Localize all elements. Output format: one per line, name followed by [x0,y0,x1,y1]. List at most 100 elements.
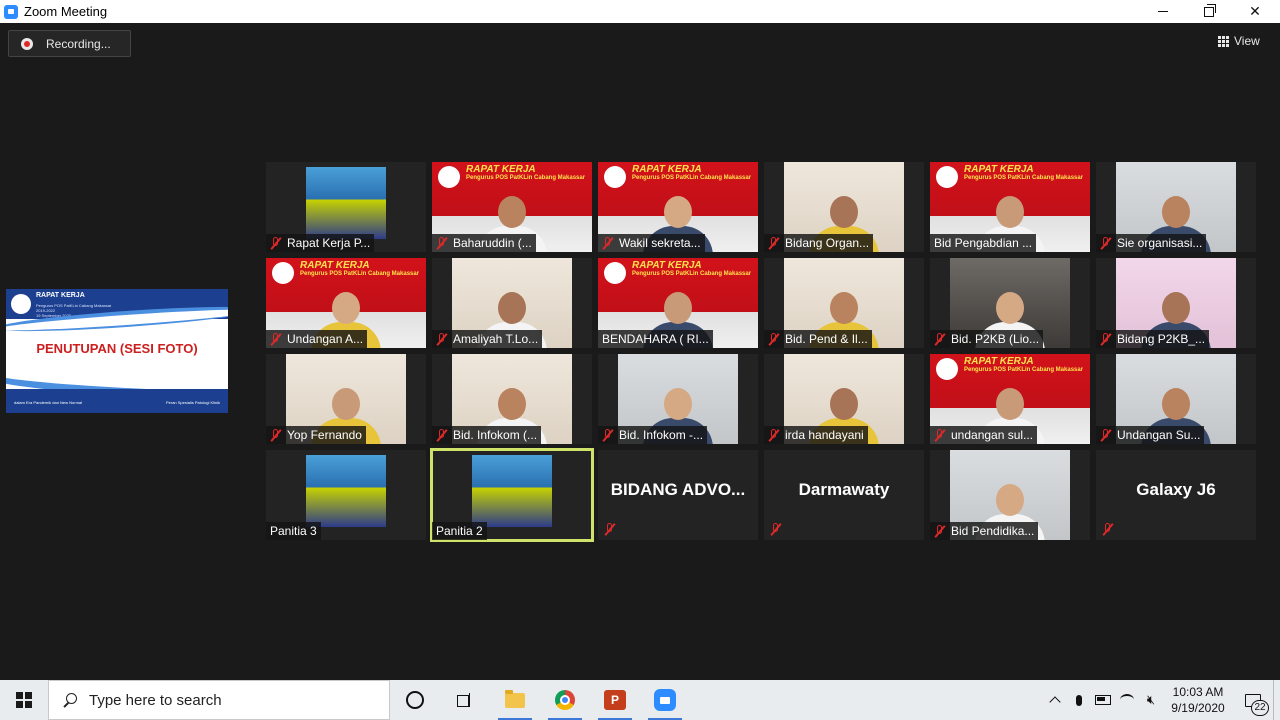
microphone-muted-icon [435,428,449,442]
participant-tile[interactable]: Bidang P2KB_... [1096,258,1256,348]
view-label: View [1234,34,1260,48]
restore-button[interactable] [1186,0,1232,23]
participant-name-label: Bid Pendidika... [930,522,1039,540]
task-view-button[interactable] [440,680,490,720]
chevron-up-icon [1049,696,1061,708]
participant-name: Galaxy J6 [1136,480,1216,499]
participant-name-label: Bid. Pend & Il... [764,330,872,348]
volume-button[interactable]: 🔇︎ [1139,680,1163,720]
participant-tile[interactable]: RAPAT KERJA Pengurus POS PatKLin Cabang M… [930,162,1090,252]
microphone-muted-icon [601,236,615,250]
microphone-muted-icon [767,236,781,250]
participant-tile[interactable]: RAPAT KERJA Pengurus POS PatKLin Cabang M… [266,258,426,348]
start-button[interactable] [0,680,48,720]
powerpoint-button[interactable]: P [590,680,640,720]
microphone-muted-icon [435,332,449,346]
search-placeholder: Type here to search [89,691,222,709]
participant-tile[interactable]: Bid. Pend & Il... [764,258,924,348]
participant-name-label: Bid Pengabdian ... [930,234,1037,252]
participant-tile[interactable]: RAPAT KERJA Pengurus POS PatKLin Cabang M… [432,162,592,252]
zoom-taskbar-button[interactable] [640,680,690,720]
participant-tile[interactable]: Bid. P2KB (Lio... [930,258,1090,348]
participant-name-label: undangan sul... [930,426,1038,444]
participant-name: Panitia 3 [270,524,317,538]
microphone-muted-icon [1101,523,1115,536]
microphone-muted-icon [933,524,947,538]
participant-name: irda handayani [785,428,864,442]
meeting-area: Recording... View RAPAT KERJA Pengurus P… [0,23,1280,680]
participant-tile[interactable]: Panitia 2 [430,448,594,542]
participant-name: Panitia 2 [436,524,483,538]
participant-tile[interactable]: irda handayani [764,354,924,444]
minimize-button[interactable] [1140,0,1186,23]
slide-footer-right: Peran Spesialis Patologi Klinik [165,400,220,405]
minimize-icon [1158,11,1168,12]
recording-icon [21,37,33,50]
participant-name: Bid Pendidika... [951,524,1035,538]
network-button[interactable] [1115,680,1139,720]
banner-title: RAPAT KERJA [300,260,370,271]
participant-name-label: Amaliyah T.Lo... [432,330,543,348]
participant-tile[interactable]: RAPAT KERJA Pengurus POS PatKLin Cabang M… [598,162,758,252]
cortana-button[interactable] [390,680,440,720]
slide-main-text: PENUTUPAN (SESI FOTO) [36,341,198,356]
microphone-muted-icon [767,332,781,346]
recording-indicator[interactable]: Recording... [8,30,131,57]
participant-name-label: Undangan Su... [1096,426,1205,444]
participant-name-label: Yop Fernando [266,426,366,444]
microphone-muted-icon [601,428,615,442]
participant-tile[interactable]: Undangan Su... [1096,354,1256,444]
view-button[interactable]: View [1218,31,1260,51]
participant-name-label: Sie organisasi... [1096,234,1207,252]
participant-tile[interactable]: Amaliyah T.Lo... [432,258,592,348]
action-center-button[interactable]: 22 [1233,680,1273,720]
show-desktop-button[interactable] [1273,680,1280,720]
microphone-muted-icon [269,332,283,346]
taskbar-clock[interactable]: 10:03 AM 9/19/2020 [1163,684,1233,716]
participant-tile[interactable]: RAPAT KERJA Pengurus POS PatKLin Cabang M… [598,258,758,348]
chrome-icon [555,690,575,710]
participant-tile[interactable]: Bidang Organ... [764,162,924,252]
participant-name-label: Panitia 2 [432,522,487,540]
show-hidden-icons-button[interactable] [1043,680,1067,720]
microphone-muted-icon [1099,428,1113,442]
speaker-muted-icon: 🔇︎ [1146,692,1156,707]
participant-name: Rapat Kerja P... [287,236,371,250]
chrome-button[interactable] [540,680,590,720]
participant-tile[interactable]: Galaxy J6 [1096,450,1256,540]
participant-tile[interactable]: Yop Fernando [266,354,426,444]
participant-tile[interactable]: Bid. Infokom (... [432,354,592,444]
banner-title: RAPAT KERJA [632,260,702,271]
close-button[interactable]: ✕ [1232,0,1278,23]
battery-button[interactable] [1091,680,1115,720]
windows-taskbar: Type here to search P 🔇︎ 10:03 AM 9/19/2… [0,680,1280,720]
participant-tile[interactable]: BIDANG ADVO... [598,450,758,540]
participant-video [306,167,386,239]
participant-name-label: irda handayani [764,426,868,444]
microphone-muted-icon [769,523,783,536]
participant-tile[interactable]: Darmawaty [764,450,924,540]
taskbar-search-box[interactable]: Type here to search [48,680,390,720]
participant-name: Darmawaty [798,480,890,499]
organization-logo [438,166,460,188]
microphone-muted-icon [933,428,947,442]
participant-name-label: Bid. Infokom -... [598,426,708,444]
microphone-icon [1076,694,1082,706]
participant-tile[interactable]: RAPAT KERJA Pengurus POS PatKLin Cabang M… [930,354,1090,444]
microphone-tray-button[interactable] [1067,680,1091,720]
notification-count: 22 [1251,700,1269,716]
participant-tile[interactable]: Bid. Infokom -... [598,354,758,444]
windows-logo-icon [16,692,32,708]
participant-tile[interactable]: Rapat Kerja P... [266,162,426,252]
participant-tile[interactable]: Sie organisasi... [1096,162,1256,252]
participant-tile[interactable]: Panitia 3 [266,450,426,540]
clock-time: 10:03 AM [1172,685,1224,699]
participant-name: undangan sul... [951,428,1034,442]
file-explorer-button[interactable] [490,680,540,720]
participant-tile[interactable]: Bid Pendidika... [930,450,1090,540]
participant-name: Undangan A... [287,332,364,346]
recording-label: Recording... [46,36,111,51]
cortana-icon [406,691,424,709]
shared-screen-thumbnail[interactable]: RAPAT KERJA Pengurus POS PatKLin Cabang … [6,289,228,413]
folder-icon [505,689,525,708]
